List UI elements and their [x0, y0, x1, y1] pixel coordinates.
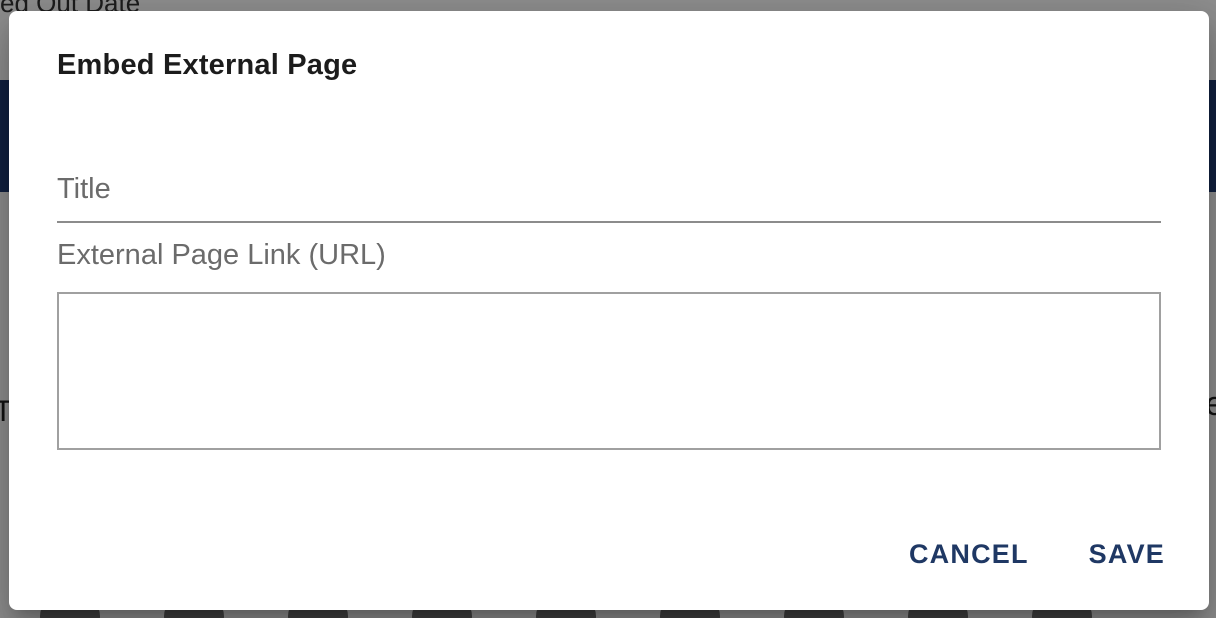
dialog-title: Embed External Page — [57, 49, 358, 81]
title-input[interactable] — [57, 161, 1161, 217]
dialog-actions: CANCEL SAVE — [909, 539, 1165, 570]
page: ed Out Date T Re Embed External Page Ext… — [0, 0, 1216, 618]
cancel-button[interactable]: CANCEL — [909, 539, 1029, 570]
title-field — [57, 161, 1161, 223]
embed-external-page-dialog: Embed External Page External Page Link (… — [9, 11, 1209, 610]
url-textarea[interactable] — [57, 292, 1161, 450]
save-button[interactable]: SAVE — [1089, 539, 1165, 570]
url-field-label: External Page Link (URL) — [57, 239, 386, 271]
